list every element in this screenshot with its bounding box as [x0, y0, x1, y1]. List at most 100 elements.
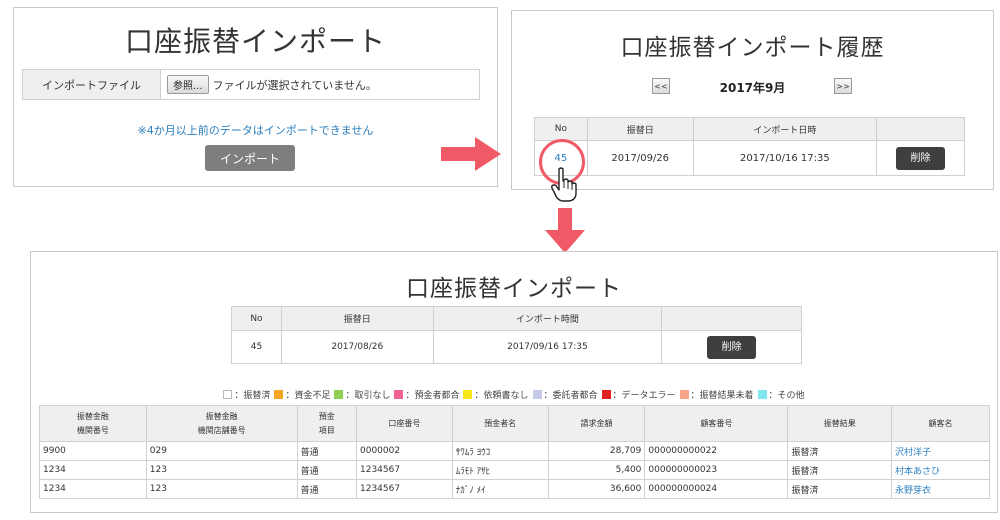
amount: 5,400	[615, 465, 642, 475]
col-datetime: インポート日時	[692, 117, 878, 141]
customer-no: 000000000022	[648, 446, 718, 456]
import-panel: 口座振替インポート インポートファイル 参照... ファイルが選択されていません…	[13, 7, 498, 187]
delete-button[interactable]: 削除	[896, 146, 946, 170]
bank-code: 1234	[43, 484, 66, 494]
history-panel: 口座振替インポート履歴 << 2017年9月 >> No 振替日 インポート日時…	[511, 10, 994, 202]
table-row: 9900 029 普通 0000002 ｻﾜﾑﾗ ﾖｳｺ 28,709 0000000000…	[39, 441, 991, 461]
holder-name: ﾑﾗﾓﾄ ｱｻﾋ	[455, 466, 491, 477]
legend-swatch	[601, 390, 611, 399]
detail-summary-table: No 振替日 インポート時間 45 2017/08/26 2017/09/16 …	[231, 306, 802, 364]
col-no: No	[534, 117, 588, 141]
month-label: 2017年9月	[719, 81, 786, 95]
customer-name-link[interactable]: 村本あさひ	[895, 467, 940, 477]
bank-code: 9900	[43, 446, 66, 456]
legend-label: ：データエラー	[612, 391, 676, 401]
legend-item: ：委託者都合	[532, 388, 598, 401]
legend-swatch	[463, 390, 473, 399]
col-customer-name: 顧客名	[890, 405, 991, 442]
table-row: 1234 123 普通 1234567 ﾑﾗﾓﾄ ｱｻﾋ 5,400 00000000002…	[39, 460, 991, 480]
transfer-result: 振替済	[791, 485, 819, 496]
col-deposit-type: 預金 項目	[296, 405, 358, 442]
col-no: No	[231, 306, 282, 331]
legend-item: ：預金者都合	[394, 388, 459, 401]
amount: 36,600	[609, 484, 642, 494]
transfer-result: 振替済	[791, 466, 819, 477]
table-row: 45 2017/08/26 2017/09/16 17:35 削除	[231, 330, 802, 364]
account-no: 1234567	[360, 484, 401, 494]
table-row: 45 2017/09/26 2017/10/16 17:35 削除	[534, 140, 965, 176]
legend-label: ：委託者都合	[543, 391, 598, 401]
account-no: 0000002	[360, 446, 401, 456]
customer-name-link[interactable]: 永野芽衣	[895, 486, 931, 496]
delete-button[interactable]: 削除	[707, 335, 757, 359]
browse-button[interactable]: 参照...	[167, 75, 209, 94]
pointer-hand-icon	[551, 167, 577, 202]
legend-item: ：依頼書なし	[463, 388, 529, 401]
bank-code: 1234	[43, 465, 66, 475]
col-date: 振替日	[586, 117, 694, 141]
legend-label: ：その他	[768, 391, 805, 401]
arrow-right-icon	[441, 137, 501, 171]
month-nav: << 2017年9月 >>	[512, 78, 993, 96]
legend-label: ：振替結果未着	[690, 391, 754, 401]
legend-swatch	[679, 390, 689, 399]
col-import-time: インポート時間	[432, 306, 663, 331]
account-no: 1234567	[360, 465, 401, 475]
next-month-button[interactable]: >>	[834, 78, 852, 94]
legend-label: ：振替済	[234, 391, 271, 401]
transfer-result: 振替済	[791, 447, 819, 458]
legend-item: ：資金不足	[274, 388, 330, 401]
col-result: 振替結果	[787, 405, 892, 442]
import-title: 口座振替インポート	[124, 25, 386, 58]
arrow-down-icon	[545, 208, 585, 253]
col-branch-code: 振替金融 機関店舗番号	[145, 405, 298, 442]
file-label: インポートファイル	[23, 70, 161, 99]
history-datetime: 2017/10/16 17:35	[692, 140, 878, 176]
branch-code: 029	[149, 446, 167, 456]
branch-code: 123	[149, 484, 167, 494]
legend-label: ：預金者都合	[405, 391, 460, 401]
legend-item: ：振替結果未着	[679, 388, 754, 401]
legend-swatch	[757, 390, 767, 399]
col-account-no: 口座番号	[356, 405, 453, 442]
col-action	[876, 117, 965, 141]
legend-swatch	[334, 390, 344, 399]
customer-no: 000000000024	[648, 484, 718, 494]
deposit-type: 普通	[300, 466, 319, 477]
legend-item: ：その他	[757, 388, 805, 401]
amount: 28,709	[609, 446, 642, 456]
history-date: 2017/09/26	[586, 140, 694, 176]
status-legend: ：振替済 ：資金不足 ：取引なし ：預金者都合 ：依頼書なし ：委託者都合 ：データエラー ：…	[31, 388, 997, 401]
legend-label: ：取引なし	[345, 391, 391, 401]
col-bank-code: 振替金融 機関番号	[39, 405, 147, 442]
detail-panel: 口座振替インポート No 振替日 インポート時間 45 2017/08/26 2…	[30, 251, 998, 513]
holder-name: ﾅｶﾞﾉ ﾒｲ	[455, 485, 486, 496]
import-button[interactable]: インポート	[205, 145, 295, 171]
file-input[interactable]: 参照... ファイルが選択されていません。	[161, 70, 479, 99]
import-note: ※4か月以上前のデータはインポートできません	[137, 124, 374, 137]
branch-code: 123	[149, 465, 167, 475]
col-date: 振替日	[280, 306, 434, 331]
col-holder: 預金者名	[451, 405, 549, 442]
detail-title: 口座振替インポート	[406, 276, 622, 302]
col-action	[661, 306, 802, 331]
col-amount: 請求金額	[547, 405, 646, 442]
table-row: 1234 123 普通 1234567 ﾅｶﾞﾉ ﾒｲ 36,600 00000000002…	[39, 479, 991, 499]
col-customer-no: 顧客番号	[644, 405, 789, 442]
legend-swatch	[532, 390, 542, 399]
customer-name-link[interactable]: 沢村洋子	[895, 448, 931, 458]
detail-datetime: 2017/09/16 17:35	[432, 330, 663, 364]
legend-item: ：データエラー	[601, 388, 676, 401]
customer-no: 000000000023	[648, 465, 718, 475]
history-table: No 振替日 インポート日時 45 2017/09/26 2017/10/16 …	[534, 117, 965, 176]
file-status: ファイルが選択されていません。	[212, 78, 377, 92]
legend-swatch	[223, 390, 233, 399]
legend-label: ：依頼書なし	[474, 391, 529, 401]
deposit-type: 普通	[300, 485, 319, 496]
legend-item: ：取引なし	[334, 388, 390, 401]
history-title: 口座振替インポート履歴	[620, 35, 885, 61]
detail-date: 2017/08/26	[280, 330, 434, 364]
result-table: 振替金融 機関番号 振替金融 機関店舗番号 預金 項目 口座番号 預金者名 請求金額 …	[39, 405, 991, 499]
legend-swatch	[274, 390, 284, 399]
legend-item: ：振替済	[223, 388, 270, 401]
